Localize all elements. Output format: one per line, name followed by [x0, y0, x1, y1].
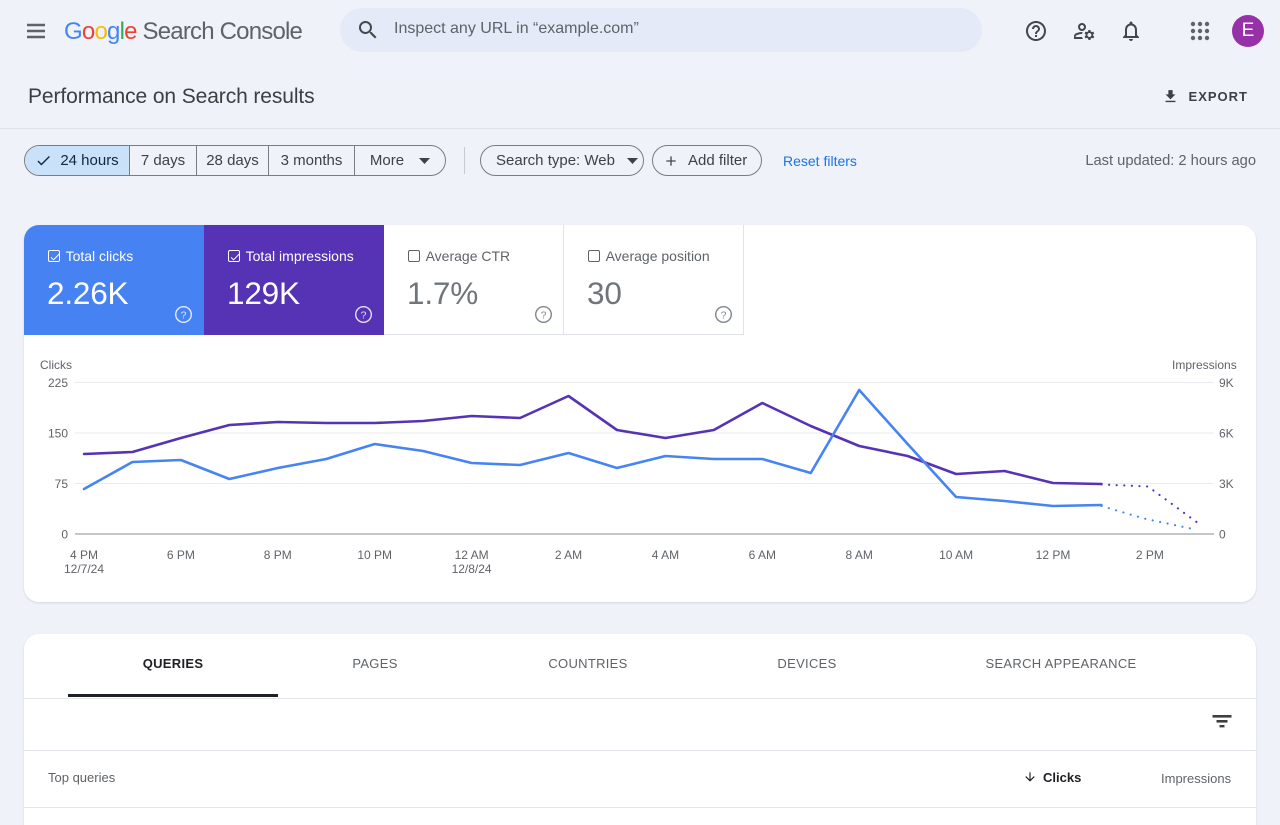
- svg-text:Impressions: Impressions: [1172, 358, 1237, 372]
- svg-text:6K: 6K: [1219, 427, 1234, 441]
- svg-text:6 AM: 6 AM: [749, 548, 776, 562]
- svg-text:9K: 9K: [1219, 376, 1234, 390]
- svg-text:?: ?: [720, 309, 726, 321]
- svg-text:12/8/24: 12/8/24: [452, 562, 492, 576]
- svg-text:2 AM: 2 AM: [555, 548, 582, 562]
- svg-text:75: 75: [55, 477, 69, 491]
- svg-text:0: 0: [1219, 528, 1226, 542]
- svg-text:?: ?: [360, 309, 366, 321]
- svg-text:6 PM: 6 PM: [167, 548, 195, 562]
- svg-text:3K: 3K: [1219, 477, 1234, 491]
- svg-text:8 AM: 8 AM: [846, 548, 873, 562]
- svg-text:12/7/24: 12/7/24: [64, 562, 104, 576]
- svg-text:12 AM: 12 AM: [455, 548, 489, 562]
- svg-text:4 AM: 4 AM: [652, 548, 679, 562]
- svg-text:10 PM: 10 PM: [357, 548, 392, 562]
- svg-text:4 PM: 4 PM: [70, 548, 98, 562]
- svg-text:?: ?: [540, 309, 546, 321]
- svg-text:?: ?: [180, 309, 186, 321]
- svg-text:225: 225: [48, 376, 68, 390]
- svg-text:0: 0: [61, 528, 68, 542]
- svg-text:150: 150: [48, 427, 68, 441]
- svg-text:8 PM: 8 PM: [264, 548, 292, 562]
- svg-text:2 PM: 2 PM: [1136, 548, 1164, 562]
- svg-text:Clicks: Clicks: [40, 358, 72, 372]
- svg-text:10 AM: 10 AM: [939, 548, 973, 562]
- svg-text:12 PM: 12 PM: [1036, 548, 1071, 562]
